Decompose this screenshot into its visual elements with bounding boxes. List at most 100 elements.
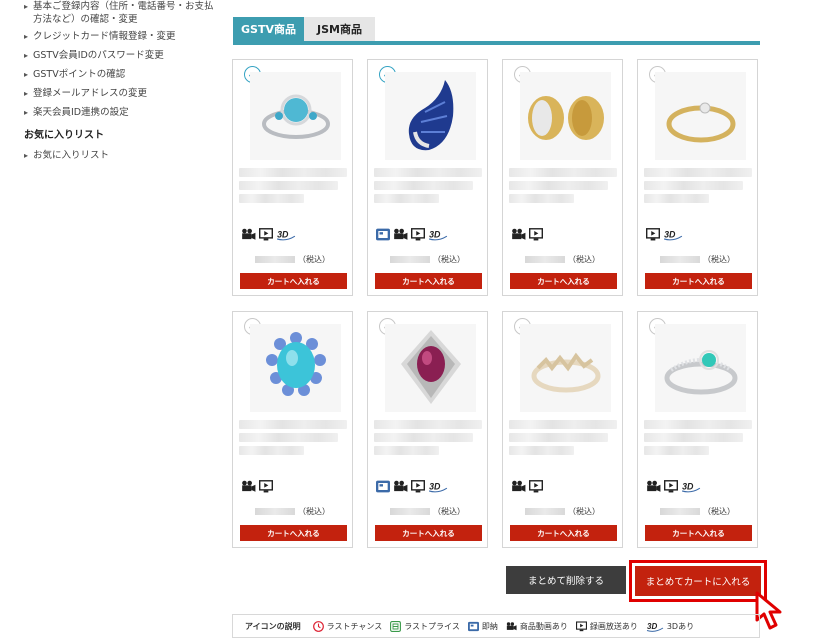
camera-icon [511, 227, 526, 241]
tax-label: （税込） [298, 507, 330, 516]
price-redacted [390, 508, 430, 515]
legend-label: 録画放送あり [589, 621, 638, 631]
product-image[interactable] [385, 324, 476, 412]
3d-icon: 3D [646, 621, 664, 632]
svg-text:3D: 3D [664, 229, 676, 239]
product-card[interactable]: （税込） カートへ入れる [502, 311, 623, 548]
feature-icons [511, 226, 543, 242]
last-chance-icon [312, 620, 324, 632]
svg-text:3D: 3D [429, 481, 441, 491]
product-image[interactable] [655, 72, 746, 160]
tax-label: （税込） [433, 507, 465, 516]
price-redacted [660, 256, 700, 263]
account-sidebar: 基本ご登録内容（住所・電話番号・お支払方法など）の確認・変更 クレジットカード情… [24, 0, 214, 168]
tv-icon [529, 479, 543, 493]
tab-gstv[interactable]: GSTV商品 [233, 17, 304, 41]
feature-icons: 3D [646, 478, 701, 494]
add-to-cart-button[interactable]: カートへ入れる [510, 273, 617, 289]
price-redacted [525, 508, 565, 515]
product-image[interactable] [250, 324, 341, 412]
product-image[interactable] [385, 72, 476, 160]
product-price: （税込） [233, 254, 352, 265]
product-image[interactable] [655, 324, 746, 412]
product-image[interactable] [520, 324, 611, 412]
3d-icon: 3D [663, 227, 683, 241]
feature-icons: 3D [646, 226, 683, 242]
product-card[interactable]: （税込） カートへ入れる [232, 311, 353, 548]
product-name-redacted [644, 168, 752, 203]
product-name-redacted [374, 420, 482, 455]
sidebar-link-favorites[interactable]: お気に入りリスト [24, 149, 214, 162]
sidebar-link-password[interactable]: GSTV会員IDのパスワード変更 [24, 49, 214, 62]
add-all-to-cart-button[interactable]: まとめてカートに入れる [635, 566, 761, 596]
product-image[interactable] [250, 72, 341, 160]
product-name-redacted [374, 168, 482, 203]
price-redacted [660, 508, 700, 515]
sidebar-link-points[interactable]: GSTVポイントの確認 [24, 68, 214, 81]
add-to-cart-button[interactable]: カートへ入れる [645, 525, 752, 541]
product-name-redacted [509, 420, 617, 455]
legend-label: 3Dあり [666, 621, 695, 631]
product-image[interactable] [520, 72, 611, 160]
tv-icon [259, 227, 273, 241]
product-card[interactable]: 3D （税込） カートへ入れる [637, 59, 758, 296]
tv-icon [259, 479, 273, 493]
3d-icon: 3D [276, 227, 296, 241]
legend-label: 即納 [481, 621, 498, 631]
legend-item: 商品動画あり [506, 621, 568, 632]
tv-icon [646, 227, 660, 241]
sidebar-link-label: 楽天会員ID連携の設定 [33, 107, 129, 118]
product-card[interactable]: 3D （税込） カートへ入れる [367, 311, 488, 548]
3d-icon: 3D [428, 227, 448, 241]
svg-text:3D: 3D [647, 622, 657, 631]
last-price-icon [390, 620, 402, 632]
delete-all-button[interactable]: まとめて削除する [506, 566, 626, 594]
product-card[interactable]: 3D （税込） カートへ入れる [232, 59, 353, 296]
add-to-cart-button[interactable]: カートへ入れる [645, 273, 752, 289]
product-card[interactable]: 3D （税込） カートへ入れる [637, 311, 758, 548]
tab-jsm[interactable]: JSM商品 [304, 17, 375, 41]
3d-icon: 3D [681, 479, 701, 493]
product-card[interactable]: 3D （税込） カートへ入れる [367, 59, 488, 296]
legend-item: 即納 [467, 621, 498, 632]
product-tabs: GSTV商品 JSM商品 [233, 17, 760, 45]
product-price: （税込） [368, 254, 487, 265]
tax-label: （税込） [703, 255, 735, 264]
legend-item: ラストプライス [390, 620, 460, 632]
add-to-cart-button[interactable]: カートへ入れる [510, 525, 617, 541]
tv-icon [575, 620, 587, 632]
legend-label: 商品動画あり [519, 621, 568, 631]
tv-icon [411, 227, 425, 241]
sidebar-link-email[interactable]: 登録メールアドレスの変更 [24, 87, 214, 100]
product-price: （税込） [503, 506, 622, 517]
product-name-redacted [239, 420, 347, 455]
product-name-redacted [509, 168, 617, 203]
sidebar-link-label: 登録メールアドレスの変更 [33, 88, 148, 99]
camera-icon [393, 227, 408, 241]
tv-icon [411, 479, 425, 493]
product-price: （税込） [638, 506, 757, 517]
price-redacted [255, 256, 295, 263]
sidebar-link-basic-info[interactable]: 基本ご登録内容（住所・電話番号・お支払方法など）の確認・変更 [24, 0, 214, 26]
legend-title: アイコンの説明 [245, 621, 301, 631]
add-to-cart-button[interactable]: カートへ入れる [240, 525, 347, 541]
tv-icon [529, 227, 543, 241]
sidebar-link-rakuten[interactable]: 楽天会員ID連携の設定 [24, 106, 214, 119]
svg-text:3D: 3D [682, 481, 694, 491]
product-price: （税込） [503, 254, 622, 265]
feature-icons: 3D [376, 478, 448, 494]
add-to-cart-button[interactable]: カートへ入れる [240, 273, 347, 289]
3d-icon: 3D [428, 479, 448, 493]
add-to-cart-button[interactable]: カートへ入れる [375, 273, 482, 289]
tv-icon [664, 479, 678, 493]
add-to-cart-button[interactable]: カートへ入れる [375, 525, 482, 541]
product-card[interactable]: （税込） カートへ入れる [502, 59, 623, 296]
legend-label: ラストチャンス [326, 621, 383, 631]
sidebar-link-label: GSTV会員IDのパスワード変更 [33, 50, 164, 61]
news-icon [467, 621, 479, 632]
sidebar-link-credit-card[interactable]: クレジットカード情報登録・変更 [24, 30, 214, 43]
tax-label: （税込） [433, 255, 465, 264]
news-icon [376, 479, 390, 493]
svg-text:3D: 3D [277, 229, 289, 239]
feature-icons: 3D [376, 226, 448, 242]
